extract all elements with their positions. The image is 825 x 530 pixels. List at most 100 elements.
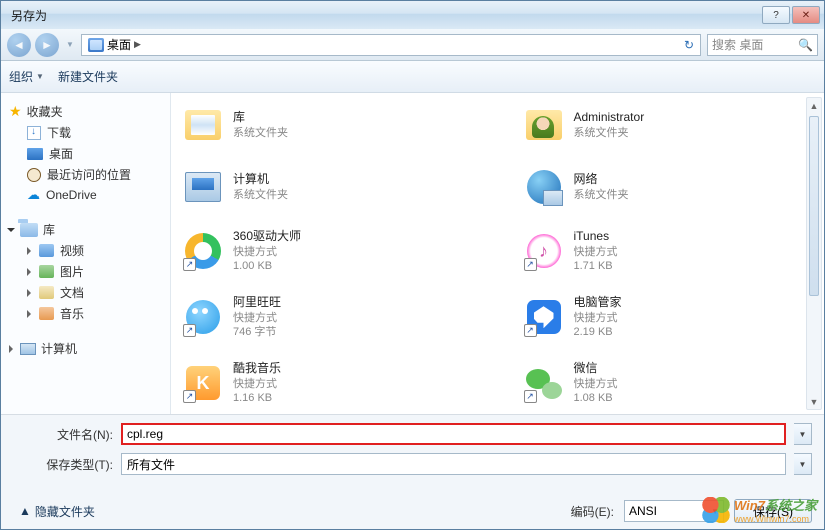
encoding-select[interactable]: ANSI▼ (624, 500, 724, 522)
forward-button[interactable]: ► (35, 33, 59, 57)
aliww-icon: ↗ (183, 297, 223, 337)
close-button[interactable]: ✕ (792, 6, 820, 24)
back-button[interactable]: ◄ (7, 33, 31, 57)
expand-icon[interactable] (27, 268, 31, 276)
save-options: 文件名(N): ▼ 保存类型(T): 所有文件 ▼ (1, 414, 824, 493)
file-item[interactable]: Administrator系统文件夹 (518, 103, 819, 147)
filetype-label: 保存类型(T): (13, 456, 113, 473)
scroll-down-button[interactable]: ▼ (807, 394, 821, 409)
video-icon (39, 244, 54, 257)
expand-icon[interactable] (27, 289, 31, 297)
item-name: 电脑管家 (574, 295, 622, 311)
filetype-row: 保存类型(T): 所有文件 ▼ (13, 453, 812, 475)
help-button[interactable]: ? (762, 6, 790, 24)
file-item[interactable]: ↗360驱动大师快捷方式1.00 KB (177, 227, 478, 275)
item-type: 快捷方式 (233, 311, 281, 325)
breadcrumb-label: 桌面 (107, 36, 131, 53)
file-item[interactable]: 计算机系统文件夹 (177, 165, 478, 209)
sidebar-item-computer[interactable]: 计算机 (9, 338, 170, 359)
filename-dropdown[interactable]: ▼ (794, 423, 812, 445)
shortcut-overlay-icon: ↗ (524, 390, 537, 403)
sidebar-item-videos[interactable]: 视频 (9, 240, 170, 261)
refresh-button[interactable]: ↻ (680, 36, 698, 54)
save-button[interactable]: 保存(S) (734, 499, 812, 523)
item-name: 360驱动大师 (233, 229, 301, 245)
item-size: 2.19 KB (574, 325, 622, 339)
file-item[interactable]: ♪↗ iTunes快捷方式1.71 KB (518, 227, 819, 275)
file-item[interactable]: 库系统文件夹 (177, 103, 478, 147)
sidebar-libraries: 库 视频 图片 文档 音乐 (9, 219, 170, 324)
sidebar-item-desktop[interactable]: 桌面 (9, 143, 170, 164)
sidebar-libraries-header[interactable]: 库 (9, 219, 170, 240)
history-dropdown[interactable]: ▼ (63, 38, 77, 52)
file-item[interactable]: ↗电脑管家快捷方式2.19 KB (518, 293, 819, 341)
expand-icon[interactable] (9, 345, 13, 353)
sidebar-favorites-header[interactable]: ★收藏夹 (9, 101, 170, 122)
expand-icon[interactable] (7, 228, 15, 232)
filename-input[interactable] (121, 423, 786, 445)
breadcrumb-root[interactable]: 桌面▶ (84, 35, 145, 55)
sidebar-computer: 计算机 (9, 338, 170, 359)
expand-icon[interactable] (27, 247, 31, 255)
sidebar-item-pictures[interactable]: 图片 (9, 261, 170, 282)
sidebar-item-onedrive[interactable]: ☁OneDrive (9, 185, 170, 205)
chevron-up-icon: ▲ (19, 504, 31, 518)
chevron-right-icon[interactable]: ▶ (134, 39, 141, 50)
sidebar-item-documents[interactable]: 文档 (9, 282, 170, 303)
nav-bar: ◄ ► ▼ 桌面▶ ↻ 搜索 桌面 🔍 (1, 29, 824, 61)
download-icon (27, 126, 41, 140)
filename-label: 文件名(N): (13, 426, 113, 443)
network-icon (524, 167, 564, 207)
chevron-down-icon: ▼ (711, 507, 719, 516)
item-size: 1.71 KB (574, 259, 618, 273)
file-item[interactable]: K↗酷我音乐快捷方式1.16 KB (177, 359, 478, 407)
scrollbar[interactable]: ▲ ▼ (806, 97, 822, 410)
desktop-icon (88, 38, 104, 52)
chevron-down-icon: ▼ (36, 72, 44, 81)
scroll-thumb[interactable] (809, 116, 819, 296)
window-title: 另存为 (11, 7, 47, 24)
sidebar-item-recent[interactable]: 最近访问的位置 (9, 164, 170, 185)
filetype-dropdown[interactable]: ▼ (794, 453, 812, 475)
item-name: 网络 (574, 172, 629, 188)
item-size: 1.16 KB (233, 391, 281, 405)
libraries-icon (183, 105, 223, 145)
file-item[interactable]: ↗阿里旺旺快捷方式746 字节 (177, 293, 478, 341)
computer-icon (20, 343, 36, 355)
shortcut-overlay-icon: ↗ (183, 258, 196, 271)
item-name: 库 (233, 110, 288, 126)
itunes-icon: ♪↗ (524, 231, 564, 271)
file-item[interactable]: ↗微信快捷方式1.08 KB (518, 359, 819, 407)
item-name: 微信 (574, 361, 618, 377)
shortcut-overlay-icon: ↗ (524, 324, 537, 337)
sidebar-item-music[interactable]: 音乐 (9, 303, 170, 324)
music-icon (39, 307, 54, 320)
libraries-icon (20, 223, 38, 237)
kuwo-icon: K↗ (183, 363, 223, 403)
computer-icon (183, 167, 223, 207)
new-folder-button[interactable]: 新建文件夹 (58, 68, 118, 85)
file-list[interactable]: 库系统文件夹 Administrator系统文件夹计算机系统文件夹网络系统文件夹 ↗… (171, 93, 824, 414)
filetype-select[interactable]: 所有文件 (121, 453, 786, 475)
hide-folders-toggle[interactable]: ▲隐藏文件夹 (19, 503, 95, 520)
organize-menu[interactable]: 组织▼ (9, 68, 44, 85)
address-bar[interactable]: 桌面▶ ↻ (81, 34, 701, 56)
shortcut-overlay-icon: ↗ (524, 258, 537, 271)
sidebar-item-downloads[interactable]: 下载 (9, 122, 170, 143)
sidebar[interactable]: ★收藏夹 下载 桌面 最近访问的位置 ☁OneDrive 库 视频 图片 文档 … (1, 93, 171, 414)
item-size: 746 字节 (233, 325, 281, 339)
search-input[interactable]: 搜索 桌面 🔍 (707, 34, 818, 56)
scroll-up-button[interactable]: ▲ (807, 98, 821, 113)
encoding-label: 编码(E): (571, 503, 614, 520)
item-type: 快捷方式 (574, 245, 618, 259)
item-size: 1.00 KB (233, 259, 301, 273)
qqmgr-icon: ↗ (524, 297, 564, 337)
picture-icon (39, 265, 54, 278)
file-item[interactable]: 网络系统文件夹 (518, 165, 819, 209)
toolbar: 组织▼ 新建文件夹 (1, 61, 824, 93)
item-name: iTunes (574, 229, 618, 245)
item-name: 计算机 (233, 172, 288, 188)
titlebar[interactable]: 另存为 ? ✕ (1, 1, 824, 29)
window-controls: ? ✕ (762, 6, 820, 24)
expand-icon[interactable] (27, 310, 31, 318)
